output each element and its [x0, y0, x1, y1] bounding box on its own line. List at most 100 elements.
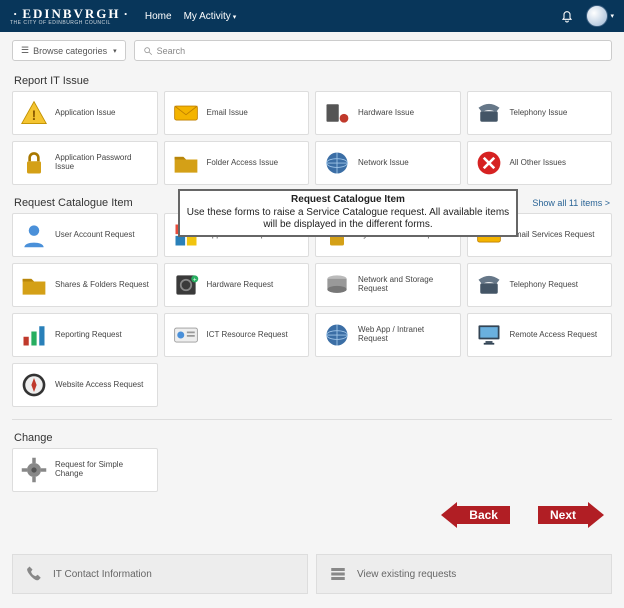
card-label: Network and Storage Request: [358, 276, 454, 294]
folder-icon: [171, 148, 201, 178]
gear-icon: [19, 455, 49, 485]
catalog-card[interactable]: Application Password Issue: [12, 141, 158, 185]
list-icon: [329, 565, 347, 583]
callout-body: Use these forms to raise a Service Catal…: [187, 207, 509, 231]
back-button[interactable]: Back: [441, 502, 510, 528]
browse-categories-button[interactable]: ☰ Browse categories ▾: [12, 40, 126, 61]
phone-icon: [25, 565, 43, 583]
safe-icon: +: [171, 270, 201, 300]
card-label: Hardware Issue: [358, 109, 454, 118]
callout-title: Request Catalogue Item: [186, 194, 510, 207]
catalog-card[interactable]: + Hardware Request: [164, 263, 310, 307]
card-label: Remote Access Request: [510, 331, 606, 340]
card-label: Hardware Request: [207, 281, 303, 290]
catalog-card[interactable]: Email Issue: [164, 91, 310, 135]
logo-sub: THE CITY OF EDINBURGH COUNCIL: [10, 20, 133, 26]
catalogue-grid: User Account RequestApplication RequestS…: [0, 213, 624, 413]
catalog-card[interactable]: Folder Access Issue: [164, 141, 310, 185]
catalog-card[interactable]: All Other Issues: [467, 141, 613, 185]
lock-icon: [19, 148, 49, 178]
card-label: Application Issue: [55, 109, 151, 118]
next-button[interactable]: Next: [538, 502, 604, 528]
card-label: All Other Issues: [510, 159, 606, 168]
card-label: ICT Resource Request: [207, 331, 303, 340]
chart-icon: [19, 320, 49, 350]
card-label: Website Access Request: [55, 381, 151, 390]
avatar-icon: [586, 5, 608, 27]
card-label: Reporting Request: [55, 331, 151, 340]
phone2-icon: [474, 270, 504, 300]
footer: IT Contact Information View existing req…: [0, 544, 624, 608]
user-menu[interactable]: ▾: [586, 5, 614, 27]
primary-nav: Home My Activity▾: [145, 11, 236, 22]
phone-icon: [474, 98, 504, 128]
card-label: Application Password Issue: [55, 154, 151, 172]
card-label: User Account Request: [55, 231, 151, 240]
chevron-down-icon: ▾: [113, 47, 117, 55]
warning-icon: !: [19, 98, 49, 128]
nav-home[interactable]: Home: [145, 11, 172, 22]
app-header: EDINBVRGH THE CITY OF EDINBURGH COUNCIL …: [0, 0, 624, 32]
mail-icon: [171, 98, 201, 128]
catalog-card[interactable]: Telephony Request: [467, 263, 613, 307]
hamburger-icon: ☰: [21, 45, 29, 56]
card-label: Email Services Request: [510, 231, 606, 240]
arrow-left-icon: [441, 502, 457, 528]
it-contact-card[interactable]: IT Contact Information: [12, 554, 308, 594]
nav-my-activity[interactable]: My Activity▾: [184, 11, 237, 22]
user-icon: [19, 220, 49, 250]
catalog-card[interactable]: Web App / Intranet Request: [315, 313, 461, 357]
folder2-icon: [19, 270, 49, 300]
card-label: Web App / Intranet Request: [358, 326, 454, 344]
header-actions: ▾: [558, 5, 614, 27]
catalog-card[interactable]: User Account Request: [12, 213, 158, 257]
section-report-header: Report IT Issue: [0, 69, 624, 91]
chevron-down-icon: ▾: [610, 12, 614, 20]
logo-main: EDINBVRGH: [10, 6, 133, 21]
catalog-card[interactable]: Remote Access Request: [467, 313, 613, 357]
catalog-card[interactable]: Website Access Request: [12, 363, 158, 407]
view-existing-card[interactable]: View existing requests: [316, 554, 612, 594]
show-all-link[interactable]: Show all 11 items >: [532, 198, 610, 208]
wizard-nav: Back Next: [0, 498, 624, 544]
section-title: Request Catalogue Item: [14, 197, 133, 209]
change-grid: Request for Simple Change: [0, 448, 624, 498]
card-label: Folder Access Issue: [207, 159, 303, 168]
hardware-icon: [322, 98, 352, 128]
catalog-card[interactable]: ! Application Issue: [12, 91, 158, 135]
catalog-card[interactable]: Hardware Issue: [315, 91, 461, 135]
svg-text:!: !: [32, 107, 37, 123]
toolbar: ☰ Browse categories ▾ Search: [0, 32, 624, 69]
logo: EDINBVRGH THE CITY OF EDINBURGH COUNCIL: [10, 6, 133, 26]
catalog-card[interactable]: Network Issue: [315, 141, 461, 185]
card-label: Telephony Issue: [510, 109, 606, 118]
catalog-card[interactable]: Network and Storage Request: [315, 263, 461, 307]
idcard-icon: [171, 320, 201, 350]
globe-icon: [322, 148, 352, 178]
catalog-card[interactable]: Reporting Request: [12, 313, 158, 357]
report-grid: ! Application Issue Email Issue Hardware Is…: [0, 91, 624, 191]
divider: [12, 419, 612, 420]
section-title: Report IT Issue: [14, 75, 89, 87]
search-input[interactable]: Search: [134, 40, 612, 61]
monitor-icon: [474, 320, 504, 350]
catalog-card[interactable]: Shares & Folders Request: [12, 263, 158, 307]
bell-icon[interactable]: [558, 7, 576, 25]
svg-text:+: +: [192, 277, 196, 284]
section-catalogue-header: Request Catalogue Item Show all 11 items…: [0, 191, 624, 213]
card-label: Email Issue: [207, 109, 303, 118]
section-change-header: Change: [0, 426, 624, 448]
catalog-card[interactable]: Telephony Issue: [467, 91, 613, 135]
card-label: Network Issue: [358, 159, 454, 168]
card-label: Request for Simple Change: [55, 461, 151, 479]
catalog-card[interactable]: Request for Simple Change: [12, 448, 158, 492]
search-icon: [143, 46, 153, 56]
drive-icon: [322, 270, 352, 300]
catalog-card[interactable]: ICT Resource Request: [164, 313, 310, 357]
globe2-icon: [322, 320, 352, 350]
error-icon: [474, 148, 504, 178]
card-label: Shares & Folders Request: [55, 281, 151, 290]
callout-tooltip: Request Catalogue Item Use these forms t…: [178, 189, 518, 237]
arrow-right-icon: [588, 502, 604, 528]
compass-icon: [19, 370, 49, 400]
